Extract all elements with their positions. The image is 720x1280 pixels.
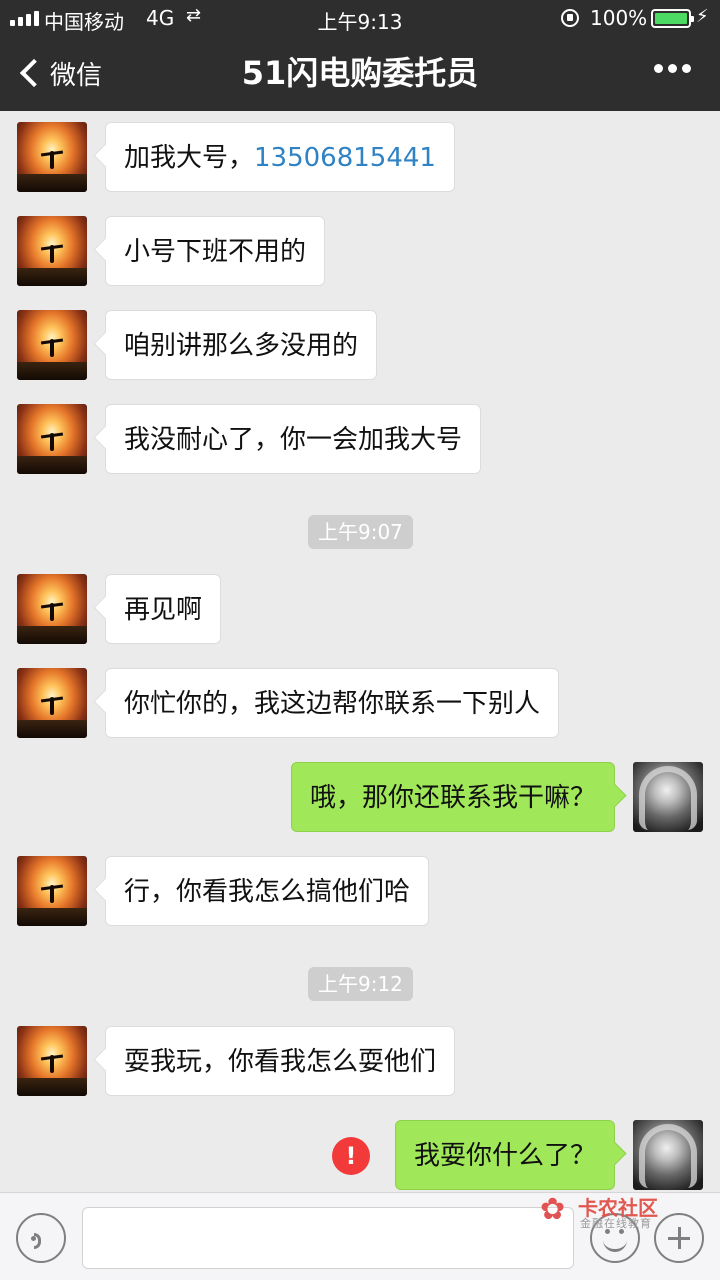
message-text: 小号下班不用的 bbox=[124, 237, 307, 267]
contact-avatar[interactable] bbox=[17, 574, 87, 644]
contact-avatar[interactable] bbox=[17, 1026, 87, 1096]
message-text: 再见啊 bbox=[124, 595, 203, 625]
watermark-subtitle: 金融在线教育 bbox=[580, 1217, 652, 1230]
watermark-logo-icon: ✿ bbox=[540, 1192, 566, 1227]
message-input[interactable] bbox=[82, 1207, 574, 1269]
contact-avatar[interactable] bbox=[17, 122, 87, 192]
message-text: 行，你看我怎么搞他们哈 bbox=[124, 877, 411, 907]
rotation-lock-icon bbox=[561, 9, 579, 27]
message-bubble[interactable]: 行，你看我怎么搞他们哈 bbox=[105, 856, 430, 926]
message-bubble[interactable]: 再见啊 bbox=[105, 574, 222, 644]
my-message-bubble[interactable]: 我耍你什么了？ bbox=[394, 1120, 615, 1190]
header: 中国移动 4G ⇄ 上午9:13 100% ⚡ 微信 51闪电购委托员 bbox=[0, 0, 720, 111]
error-icon[interactable]: ! bbox=[332, 1137, 370, 1175]
message-bubble[interactable]: 加我大号，13506815441 bbox=[105, 122, 455, 192]
phone-link[interactable]: 13506815441 bbox=[254, 143, 436, 173]
more-button[interactable] bbox=[654, 64, 691, 73]
battery-percent: 100% bbox=[590, 6, 648, 30]
contact-avatar[interactable] bbox=[17, 310, 87, 380]
message-text: 耍我玩，你看我怎么耍他们 bbox=[124, 1047, 437, 1077]
message-bubble[interactable]: 我没耐心了，你一会加我大号 bbox=[105, 404, 482, 474]
message-text: 哦，那你还联系我干嘛？ bbox=[309, 783, 596, 813]
battery-icon bbox=[651, 9, 694, 28]
contact-avatar[interactable] bbox=[17, 668, 87, 738]
message-text: 我没耐心了，你一会加我大号 bbox=[124, 425, 463, 455]
chat-title: 51闪电购委托员 bbox=[241, 54, 479, 92]
watermark: ✿ 卡农社区 金融在线教育 bbox=[540, 1192, 664, 1232]
message-bubble[interactable]: 耍我玩，你看我怎么耍他们 bbox=[105, 1026, 456, 1096]
contact-avatar[interactable] bbox=[17, 216, 87, 286]
message-bubble[interactable]: 你忙你的，我这边帮你联系一下别人 bbox=[105, 668, 560, 738]
voice-icon[interactable] bbox=[16, 1213, 66, 1263]
status-bar: 中国移动 4G ⇄ 上午9:13 100% ⚡ bbox=[0, 0, 720, 36]
contact-avatar[interactable] bbox=[17, 856, 87, 926]
message-text: 我耍你什么了？ bbox=[413, 1141, 596, 1171]
timestamp: 上午9:12 bbox=[308, 967, 413, 1001]
my-avatar[interactable] bbox=[633, 762, 703, 832]
message-text: 加我大号， bbox=[124, 143, 255, 173]
my-message-bubble[interactable]: 哦，那你还联系我干嘛？ bbox=[290, 762, 615, 832]
message-bubble[interactable]: 小号下班不用的 bbox=[105, 216, 326, 286]
my-avatar[interactable] bbox=[633, 1120, 703, 1190]
more-dots-icon bbox=[654, 64, 663, 73]
message-bubble[interactable]: 咱别讲那么多没用的 bbox=[105, 310, 378, 380]
timestamp: 上午9:07 bbox=[308, 515, 413, 549]
message-text: 咱别讲那么多没用的 bbox=[124, 331, 359, 361]
contact-avatar[interactable] bbox=[17, 404, 87, 474]
message-text: 你忙你的，我这边帮你联系一下别人 bbox=[124, 689, 541, 719]
charging-icon: ⚡ bbox=[696, 6, 709, 27]
